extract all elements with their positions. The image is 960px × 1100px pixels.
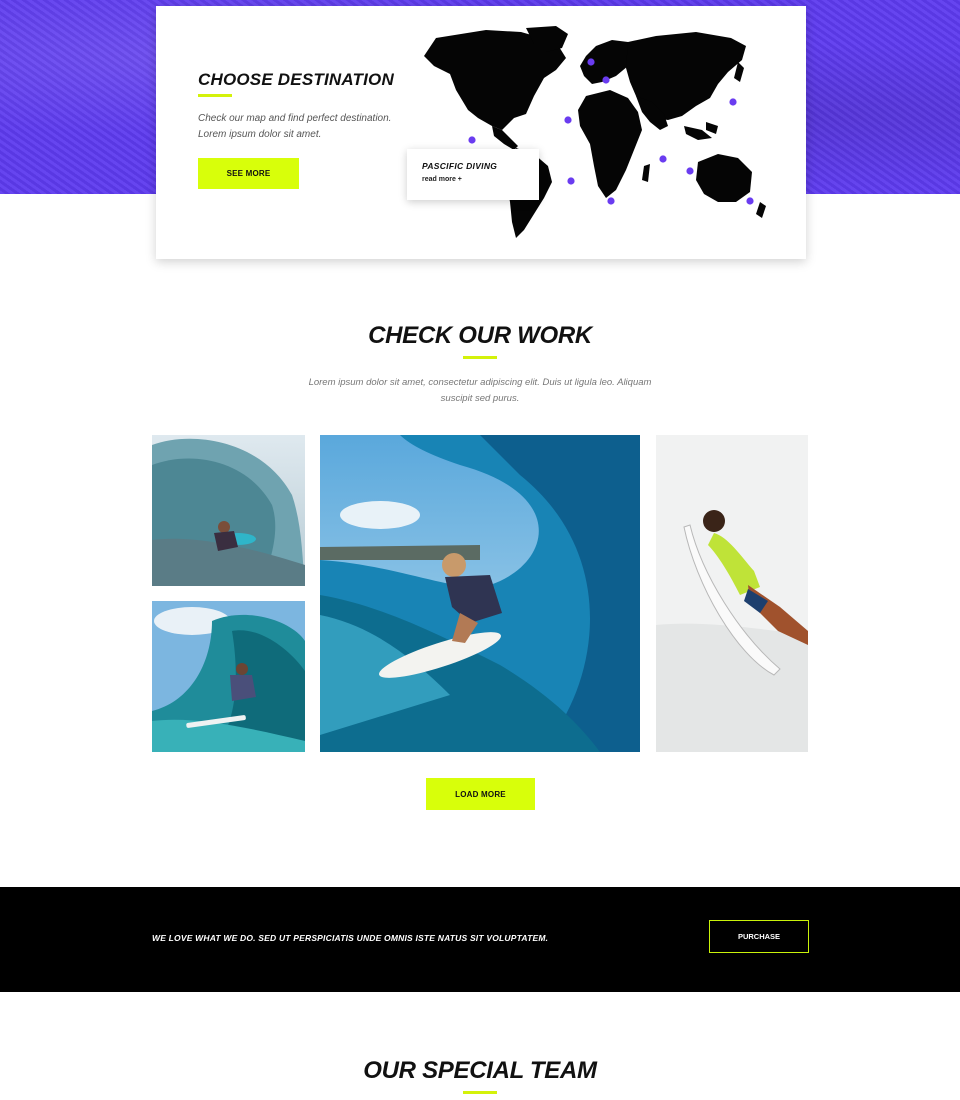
surf-photo-image: [152, 435, 305, 586]
title-underline: [463, 1091, 497, 1094]
world-map-graphic: [424, 26, 766, 238]
popup-title: PASCIFIC DIVING: [422, 161, 498, 171]
destination-title: CHOOSE DESTINATION: [198, 70, 394, 89]
destination-description: Check our map and find perfect destinati…: [198, 113, 392, 140]
purchase-button[interactable]: PURCHASE: [709, 920, 809, 953]
work-description: Lorem ipsum dolor sit amet, consectetur …: [308, 377, 652, 404]
cta-band: WE LOVE WHAT WE DO. SED UT PERSPICIATIS …: [0, 887, 960, 992]
team-section-title: OUR SPECIAL TEAM: [363, 1057, 597, 1084]
see-more-button[interactable]: SEE MORE: [198, 158, 299, 189]
read-more-link[interactable]: read more +: [422, 176, 539, 183]
title-underline: [463, 356, 497, 359]
work-photo-featured[interactable]: [320, 435, 640, 752]
destination-card: CHOOSE DESTINATION Check our map and fin…: [156, 6, 806, 259]
surf-photo-image: [152, 601, 305, 752]
cta-text: WE LOVE WHAT WE DO. SED UT PERSPICIATIS …: [152, 933, 549, 943]
work-photo-1[interactable]: [152, 435, 305, 586]
surf-photo-image: [320, 435, 640, 752]
work-photo-4[interactable]: [656, 435, 808, 752]
work-photo-2[interactable]: [152, 601, 305, 752]
work-section-title: CHECK OUR WORK: [368, 322, 592, 349]
world-map[interactable]: [406, 26, 776, 241]
surf-photo-image: [656, 435, 808, 752]
title-underline: [198, 94, 232, 97]
load-more-button[interactable]: LOAD MORE: [426, 778, 535, 810]
destination-popup[interactable]: PASCIFIC DIVING read more +: [407, 149, 539, 200]
